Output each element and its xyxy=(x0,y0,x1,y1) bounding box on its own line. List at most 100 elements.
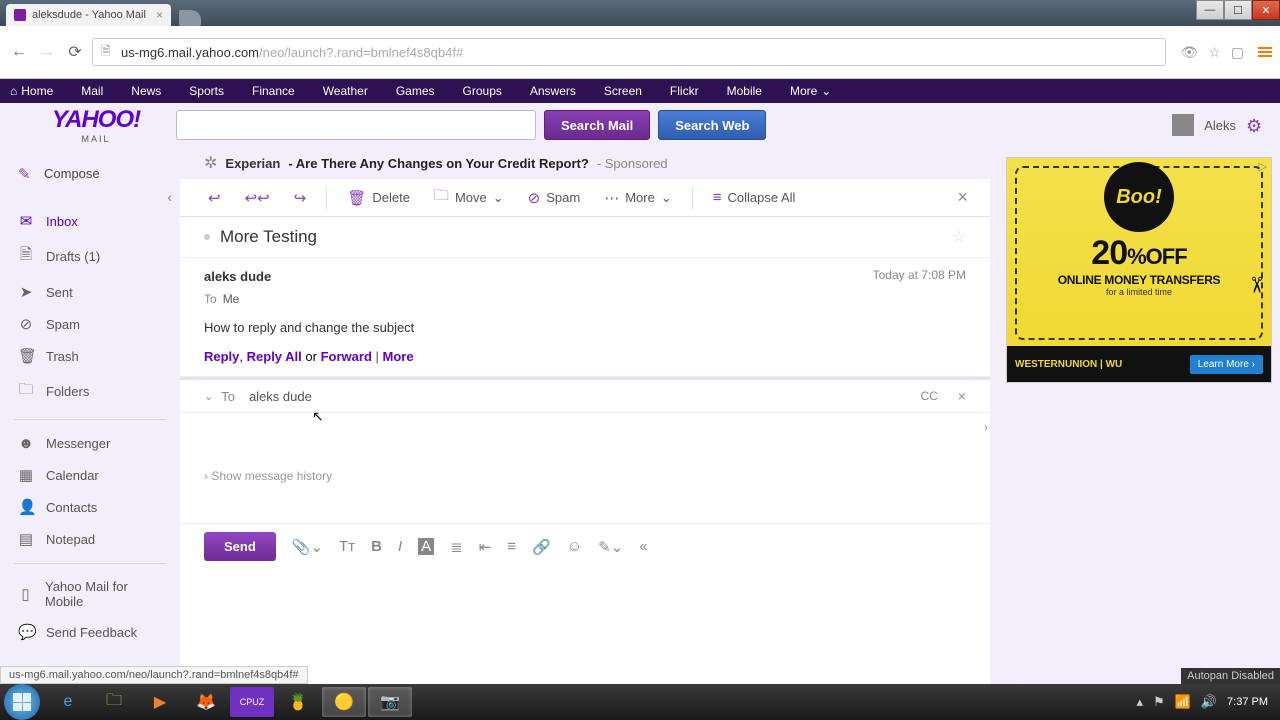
close-compose-button[interactable]: × xyxy=(958,388,966,404)
attach-icon[interactable]: 📎⌄ xyxy=(292,538,323,556)
nav-mail[interactable]: Mail xyxy=(81,84,103,98)
move-button[interactable]: 🗀Move ⌄ xyxy=(424,181,514,214)
url-field[interactable]: 🗎 us-mg6.mail.yahoo.com/neo/launch?.rand… xyxy=(92,38,1166,66)
reply-button[interactable]: ↩ xyxy=(198,185,231,211)
avatar[interactable] xyxy=(1172,114,1194,136)
tray-up-icon[interactable]: ▴ xyxy=(1136,694,1143,710)
taskbar-recorder[interactable]: 📷 xyxy=(368,687,412,717)
list-icon[interactable]: ≣ xyxy=(450,538,463,556)
nav-mobile[interactable]: Mobile xyxy=(727,84,762,98)
italic-icon[interactable]: I xyxy=(398,538,402,555)
new-tab-button[interactable] xyxy=(179,10,201,26)
sidebar-trash[interactable]: 🗑Trash xyxy=(0,340,180,372)
gear-icon[interactable]: ⚙ xyxy=(1246,116,1264,134)
taskbar-chrome[interactable]: 🟡 xyxy=(322,687,366,717)
minimize-button[interactable]: — xyxy=(1196,0,1224,20)
close-window-button[interactable]: ✕ xyxy=(1252,0,1280,20)
compose-body[interactable]: Show message history xyxy=(180,413,990,523)
yahoo-mail-logo[interactable]: YAHOO! MAIL xyxy=(16,106,176,144)
nav-news[interactable]: News xyxy=(131,84,161,98)
cast-icon[interactable]: ▢ xyxy=(1231,44,1244,61)
sidebar-inbox[interactable]: ✉Inbox xyxy=(0,205,180,237)
sidebar-drafts[interactable]: 🗎Drafts (1) xyxy=(0,237,180,276)
reply-all-button[interactable]: ↩↩ xyxy=(235,185,280,211)
delete-button[interactable]: 🗑Delete xyxy=(337,185,420,211)
start-button[interactable] xyxy=(4,684,40,720)
font-icon[interactable]: Tт xyxy=(339,538,355,555)
taskbar-app1[interactable]: 🍍 xyxy=(276,687,320,717)
send-button[interactable]: Send xyxy=(204,532,276,561)
compose-to-row[interactable]: ⌄ To aleks dude CC × xyxy=(180,380,990,413)
browser-tab[interactable]: aleksdude - Yahoo Mail × xyxy=(6,4,171,26)
search-input[interactable] xyxy=(176,110,536,140)
compose-button[interactable]: ✎ Compose xyxy=(0,157,180,189)
tray-volume-icon[interactable]: 🔊 xyxy=(1201,694,1217,710)
tray-flag-icon[interactable]: ⚑ xyxy=(1153,694,1165,710)
text-color-icon[interactable]: A xyxy=(418,538,434,555)
link-icon[interactable]: 🔗 xyxy=(532,538,551,556)
sidebar-calendar[interactable]: ▦Calendar xyxy=(0,459,180,491)
signature-icon[interactable]: ✎⌄ xyxy=(598,538,623,556)
nav-games[interactable]: Games xyxy=(396,84,435,98)
expand-recipients-icon[interactable]: ⌄ xyxy=(204,390,213,403)
collapse-toolbar-icon[interactable]: « xyxy=(639,538,647,555)
action-reply-all[interactable]: Reply All xyxy=(247,349,302,364)
maximize-button[interactable]: ☐ xyxy=(1224,0,1252,20)
taskbar-cpuz[interactable]: CPUZ xyxy=(230,687,274,717)
chrome-menu-button[interactable] xyxy=(1258,47,1272,57)
action-reply[interactable]: Reply xyxy=(204,349,239,364)
nav-screen[interactable]: Screen xyxy=(604,84,642,98)
action-forward[interactable]: Forward xyxy=(321,349,372,364)
tray-clock[interactable]: 7:37 PM xyxy=(1227,696,1268,708)
tray-network-icon[interactable]: 📶 xyxy=(1175,694,1191,710)
nav-groups[interactable]: Groups xyxy=(463,84,502,98)
learn-more-button[interactable]: Learn More › xyxy=(1190,355,1263,374)
reload-button[interactable]: ⟳ xyxy=(64,41,86,63)
chevron-down-icon: ⌄ xyxy=(821,84,831,98)
display-ad[interactable]: ▷ Boo! 20%OFF ONLINE MONEY TRANSFERS for… xyxy=(1006,157,1272,383)
nav-weather[interactable]: Weather xyxy=(323,84,368,98)
cc-toggle[interactable]: CC xyxy=(920,389,937,403)
taskbar-ie[interactable]: e xyxy=(46,687,90,717)
sidebar-notepad[interactable]: ▤Notepad xyxy=(0,523,180,555)
indent-icon[interactable]: ⇤ xyxy=(479,538,492,556)
search-mail-button[interactable]: Search Mail xyxy=(544,110,650,140)
nav-finance[interactable]: Finance xyxy=(252,84,295,98)
sponsored-banner[interactable]: ✲ Experian - Are There Any Changes on Yo… xyxy=(180,147,990,179)
sidebar-sent[interactable]: ➤Sent xyxy=(0,276,180,308)
sidebar-mobile-link[interactable]: ▯Yahoo Mail for Mobile xyxy=(0,572,180,616)
nav-flickr[interactable]: Flickr xyxy=(670,84,699,98)
taskbar-media[interactable]: ▶ xyxy=(138,687,182,717)
more-button[interactable]: ⋯More ⌄ xyxy=(594,185,682,211)
back-button[interactable]: ← xyxy=(8,41,30,63)
show-message-history[interactable]: Show message history xyxy=(204,469,332,483)
sidebar-folders[interactable]: 🗀Folders xyxy=(0,372,180,411)
collapse-all-button[interactable]: ≡Collapse All xyxy=(703,185,806,210)
nav-sports[interactable]: Sports xyxy=(189,84,224,98)
spam-button[interactable]: ⊘Spam xyxy=(518,185,591,211)
compose-collapse-icon[interactable]: › xyxy=(984,420,988,434)
emoji-icon[interactable]: ☺ xyxy=(567,538,582,555)
sidebar-messenger[interactable]: ☻Messenger xyxy=(0,428,180,459)
nav-answers[interactable]: Answers xyxy=(530,84,576,98)
user-name[interactable]: Aleks xyxy=(1204,118,1236,133)
sidebar-collapse-toggle[interactable]: ‹ xyxy=(0,189,180,205)
taskbar-explorer[interactable]: 🗀 xyxy=(92,687,136,717)
sidebar-feedback[interactable]: 💬Send Feedback xyxy=(0,616,180,648)
close-message-button[interactable]: × xyxy=(953,183,972,212)
sidebar-spam[interactable]: ⊘Spam xyxy=(0,308,180,340)
tab-close-icon[interactable]: × xyxy=(156,8,163,22)
search-web-button[interactable]: Search Web xyxy=(658,110,766,140)
align-icon[interactable]: ≡ xyxy=(507,538,516,555)
nav-more[interactable]: More ⌄ xyxy=(790,84,831,98)
nav-home[interactable]: ⌂Home xyxy=(10,84,53,98)
forward-button[interactable]: ↪ xyxy=(284,185,317,211)
star-toggle[interactable]: ☆ xyxy=(952,227,966,247)
taskbar-firefox[interactable]: 🦊 xyxy=(184,687,228,717)
bold-icon[interactable]: B xyxy=(371,538,382,555)
forward-button[interactable]: → xyxy=(36,41,58,63)
eye-icon[interactable]: 👁 xyxy=(1180,44,1198,61)
sidebar-contacts[interactable]: 👤Contacts xyxy=(0,491,180,523)
star-icon[interactable]: ☆ xyxy=(1208,44,1221,61)
action-more[interactable]: More xyxy=(383,349,414,364)
